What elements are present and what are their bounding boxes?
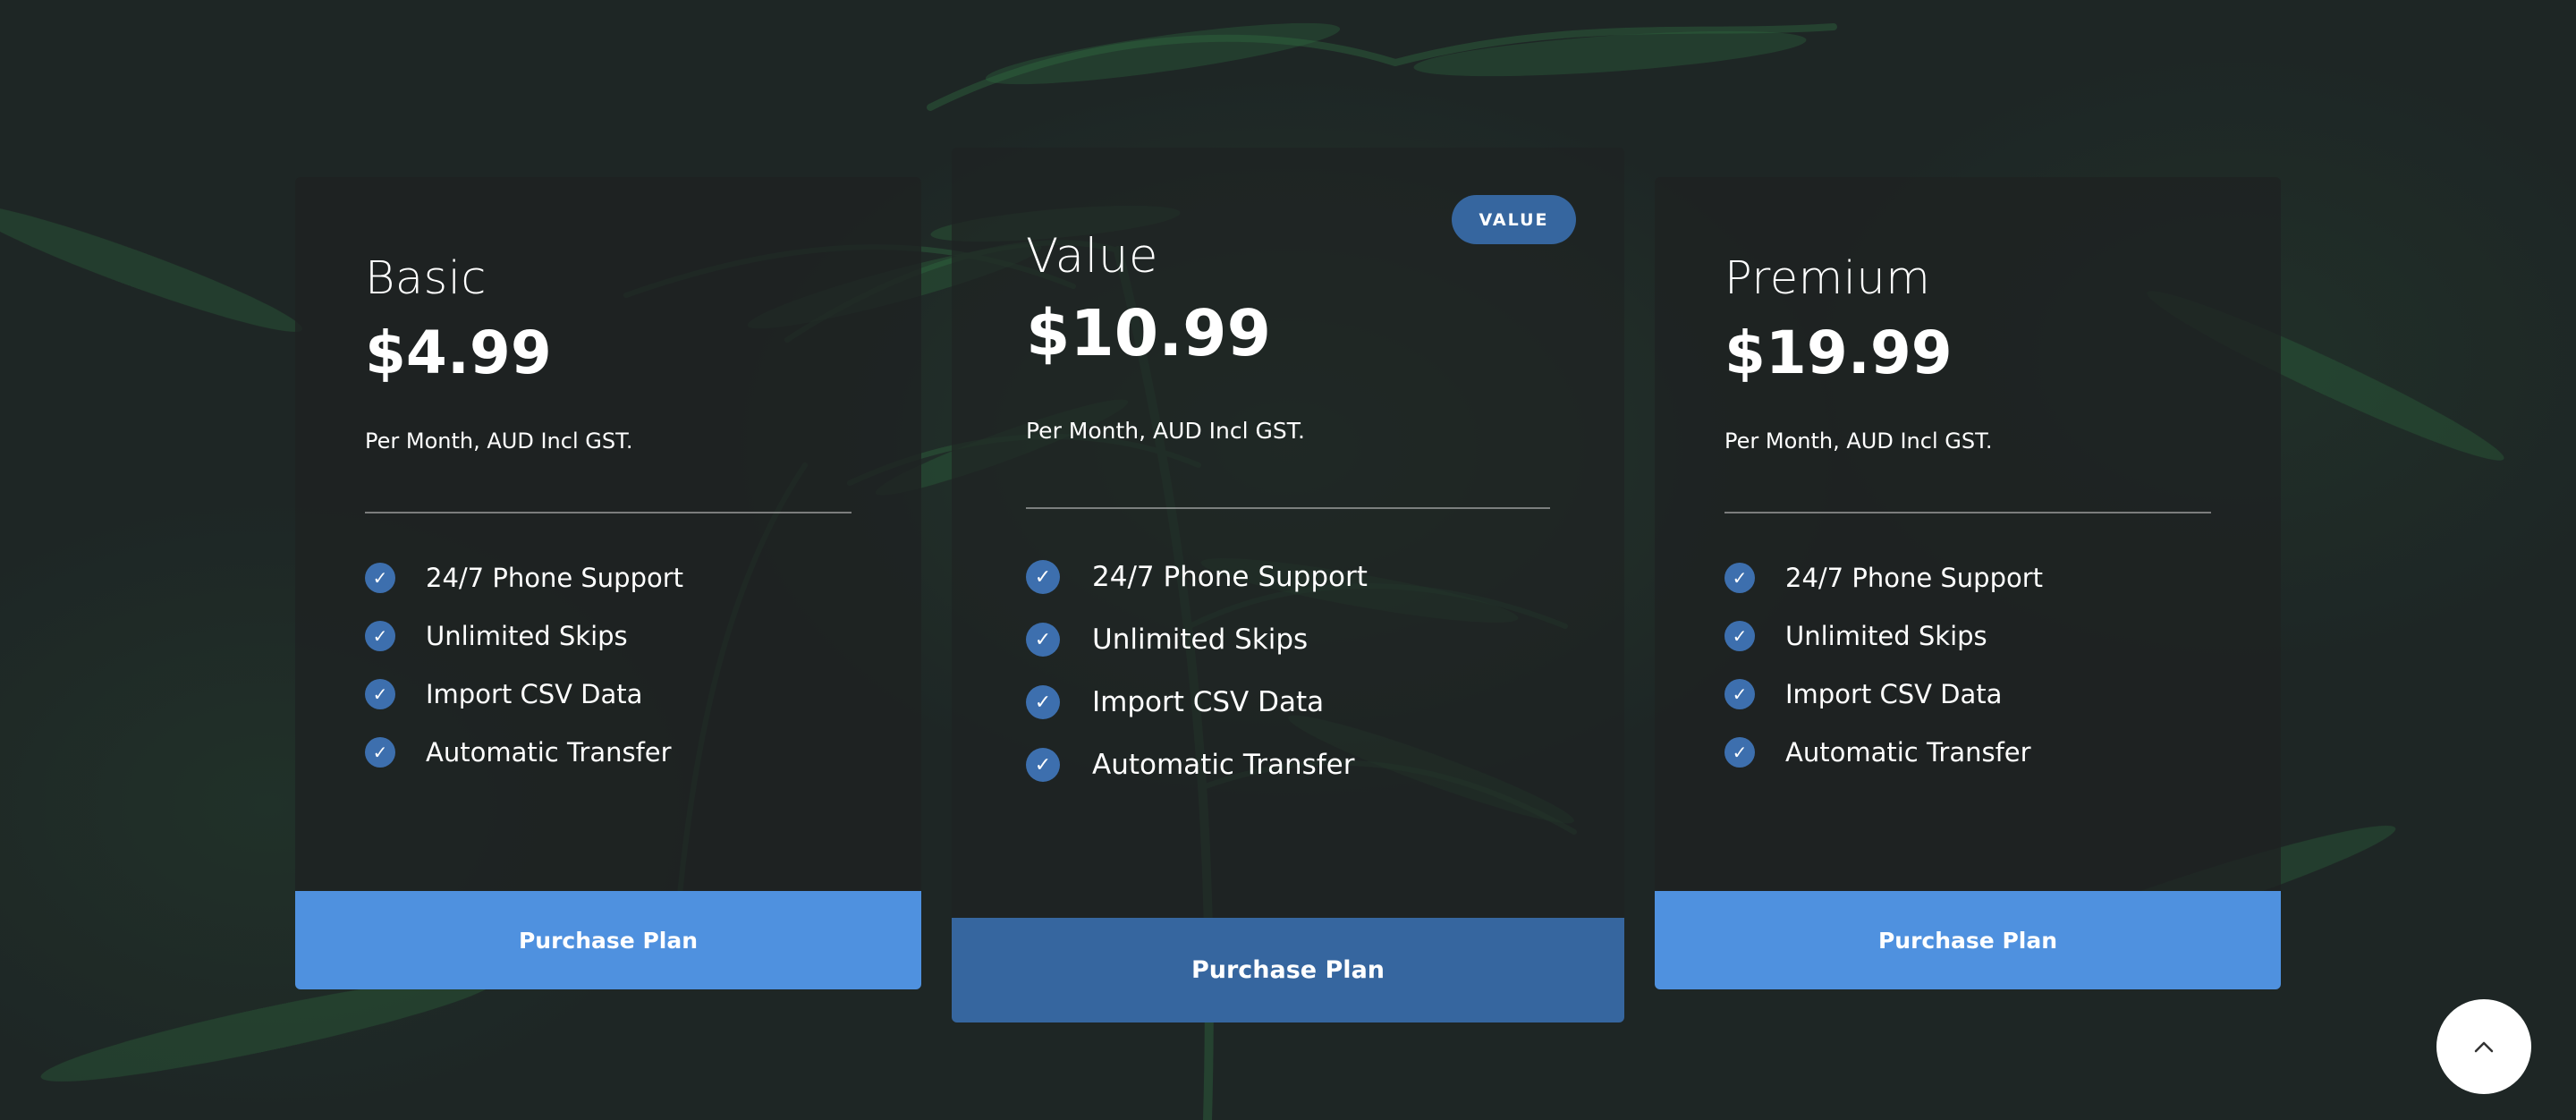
check-icon: ✓ — [1026, 748, 1060, 782]
feature-item: ✓ Unlimited Skips — [1026, 608, 1368, 671]
feature-item: ✓ Unlimited Skips — [1724, 607, 2043, 665]
plan-price: $10.99 — [1026, 296, 1271, 370]
feature-item: ✓ 24/7 Phone Support — [365, 548, 683, 607]
feature-label: Automatic Transfer — [1092, 749, 1355, 781]
divider — [1724, 512, 2211, 513]
feature-item: ✓ Import CSV Data — [1724, 665, 2043, 723]
check-icon: ✓ — [1724, 562, 1755, 593]
check-icon: ✓ — [365, 562, 395, 593]
check-icon: ✓ — [1026, 685, 1060, 719]
feature-item: ✓ Automatic Transfer — [1026, 734, 1368, 796]
feature-item: ✓ 24/7 Phone Support — [1724, 548, 2043, 607]
check-icon: ✓ — [365, 736, 395, 768]
check-icon: ✓ — [1724, 736, 1755, 768]
feature-label: Automatic Transfer — [426, 736, 672, 768]
plan-price: $4.99 — [365, 318, 552, 387]
divider — [1026, 507, 1550, 509]
check-icon: ✓ — [1026, 560, 1060, 594]
feature-list: ✓ 24/7 Phone Support ✓ Unlimited Skips ✓… — [1026, 546, 1368, 796]
feature-list: ✓ 24/7 Phone Support ✓ Unlimited Skips ✓… — [365, 548, 683, 781]
feature-label: 24/7 Phone Support — [1785, 562, 2044, 593]
plan-card-premium: Premium $19.99 Per Month, AUD Incl GST. … — [1655, 177, 2281, 989]
feature-item: ✓ Import CSV Data — [365, 665, 683, 723]
plan-card-value: Value $10.99 Per Month, AUD Incl GST. ✓ … — [952, 148, 1624, 1022]
feature-label: Automatic Transfer — [1785, 736, 2031, 768]
purchase-plan-button[interactable]: Purchase Plan — [952, 918, 1624, 1022]
check-icon: ✓ — [1026, 623, 1060, 657]
plan-name: Value — [1026, 229, 1159, 284]
plan-billing-note: Per Month, AUD Incl GST. — [1026, 418, 1305, 444]
plan-card-basic: Basic $4.99 Per Month, AUD Incl GST. ✓ 2… — [295, 177, 921, 989]
divider — [365, 512, 852, 513]
chevron-up-icon — [2474, 1041, 2494, 1053]
check-icon: ✓ — [1724, 678, 1755, 709]
plan-billing-note: Per Month, AUD Incl GST. — [365, 428, 633, 454]
feature-label: Unlimited Skips — [1785, 620, 1987, 651]
feature-list: ✓ 24/7 Phone Support ✓ Unlimited Skips ✓… — [1724, 548, 2043, 781]
feature-item: ✓ 24/7 Phone Support — [1026, 546, 1368, 608]
scroll-to-top-button[interactable] — [2436, 999, 2531, 1094]
plan-name: Basic — [365, 252, 487, 305]
check-icon: ✓ — [1724, 620, 1755, 651]
feature-label: Unlimited Skips — [426, 620, 628, 651]
plan-billing-note: Per Month, AUD Incl GST. — [1724, 428, 1993, 454]
feature-label: Import CSV Data — [1785, 678, 2003, 709]
feature-item: ✓ Import CSV Data — [1026, 671, 1368, 734]
feature-label: 24/7 Phone Support — [426, 562, 684, 593]
check-icon: ✓ — [365, 620, 395, 651]
plan-name: Premium — [1724, 252, 1931, 305]
feature-item: ✓ Automatic Transfer — [1724, 723, 2043, 781]
feature-label: 24/7 Phone Support — [1092, 561, 1368, 593]
purchase-plan-button[interactable]: Purchase Plan — [295, 891, 921, 989]
purchase-plan-button[interactable]: Purchase Plan — [1655, 891, 2281, 989]
value-badge: VALUE — [1452, 195, 1576, 244]
feature-item: ✓ Automatic Transfer — [365, 723, 683, 781]
feature-item: ✓ Unlimited Skips — [365, 607, 683, 665]
feature-label: Import CSV Data — [1092, 686, 1325, 718]
plan-price: $19.99 — [1724, 318, 1953, 387]
feature-label: Unlimited Skips — [1092, 624, 1309, 656]
check-icon: ✓ — [365, 678, 395, 709]
feature-label: Import CSV Data — [426, 678, 643, 709]
